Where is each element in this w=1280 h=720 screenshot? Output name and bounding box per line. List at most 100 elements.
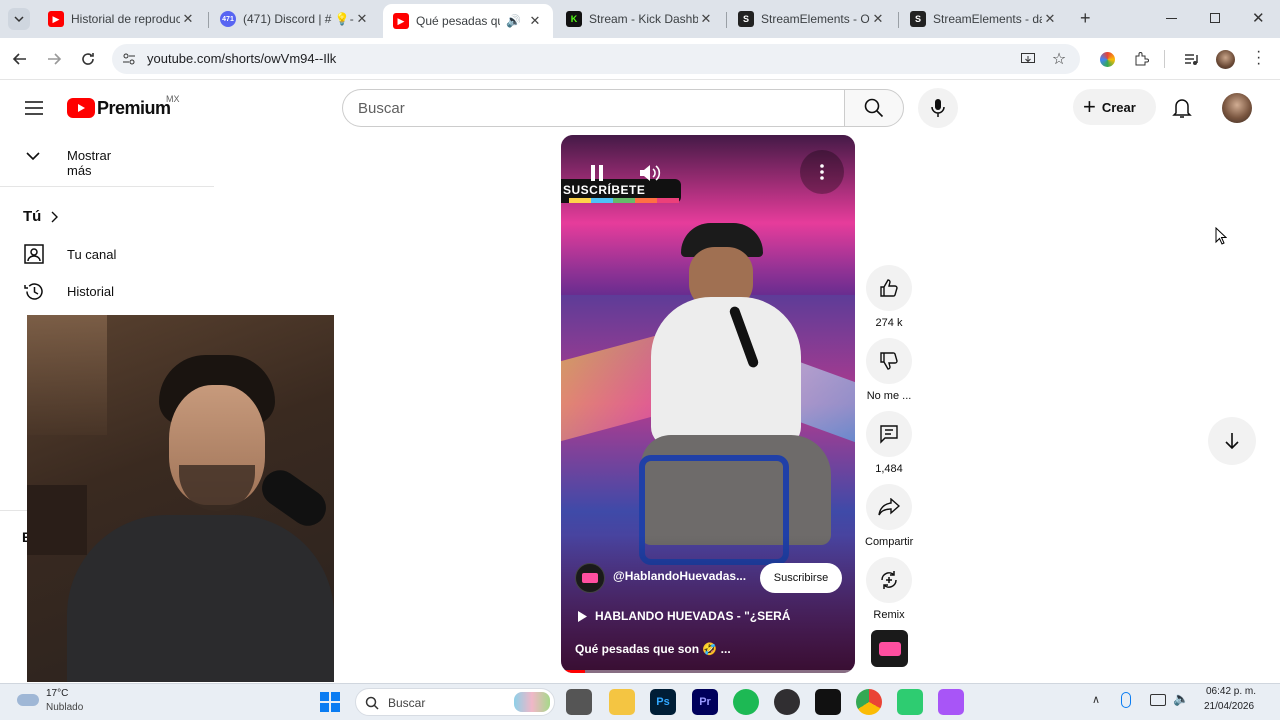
channel-portrait-icon (24, 244, 44, 267)
discord-taskbar-icon[interactable] (897, 689, 923, 715)
search-button[interactable] (844, 89, 904, 127)
minimize-icon[interactable] (1166, 18, 1177, 19)
channel-avatar[interactable] (575, 563, 605, 593)
share-label: Compartir (865, 536, 914, 548)
media-controls-icon[interactable] (1182, 50, 1200, 68)
mouse-cursor-icon (1215, 227, 1227, 245)
subscribe-button[interactable]: Suscribirse (760, 563, 842, 593)
tray-display-icon[interactable] (1150, 694, 1166, 706)
reload-icon[interactable] (78, 49, 98, 69)
close-icon[interactable]: ✕ (870, 11, 886, 27)
extensions-puzzle-icon[interactable] (1132, 50, 1150, 68)
browser-menu-icon[interactable]: · · · (1256, 44, 1261, 72)
remix-button[interactable] (866, 557, 912, 603)
back-icon[interactable] (10, 49, 30, 69)
audio-source-thumbnail[interactable] (871, 630, 908, 667)
share-button[interactable] (866, 484, 912, 530)
photoshop-icon[interactable]: Ps (650, 689, 676, 715)
weather-widget[interactable]: 17°C Nublado (14, 686, 114, 718)
like-button[interactable] (866, 265, 912, 311)
url-text[interactable]: youtube.com/shorts/owVm94--Ilk (147, 51, 336, 66)
restore-icon[interactable] (1210, 13, 1220, 23)
file-explorer-icon[interactable] (609, 689, 635, 715)
you-label: Tú (23, 208, 42, 225)
new-tab-button[interactable]: + (1080, 8, 1091, 29)
address-bar[interactable]: youtube.com/shorts/owVm94--Ilk ☆ (112, 44, 1080, 74)
channel-handle[interactable]: @HablandoHuevadas... (613, 569, 746, 583)
voice-search-button[interactable] (918, 88, 958, 128)
discord-icon: 471 (220, 11, 236, 27)
tray-microphone-icon[interactable] (1121, 692, 1131, 708)
close-icon[interactable]: ✕ (527, 13, 543, 29)
sidebar-item-history[interactable]: Historial (0, 273, 214, 309)
thumbs-up-icon (880, 279, 898, 297)
youtube-premium-logo[interactable]: Premium (67, 97, 171, 119)
obs-icon[interactable] (774, 689, 800, 715)
volume-icon[interactable] (637, 161, 663, 185)
create-label: Crear (1101, 99, 1136, 115)
video-caption[interactable]: Qué pesadas que son 🤣 ... (575, 642, 731, 656)
dislike-action[interactable]: No me ... (865, 338, 913, 402)
extension-color-icon[interactable] (1100, 52, 1115, 67)
capcut-icon[interactable] (815, 689, 841, 715)
tab-history[interactable]: ▶ Historial de reproducción ✕ (38, 5, 206, 33)
sidebar-item-your-channel[interactable]: Tu canal (0, 236, 214, 272)
tray-overflow-icon[interactable]: ∧ (1092, 693, 1100, 706)
tab-streamelements-overlay[interactable]: S StreamElements - Overlay ✕ (728, 5, 896, 33)
next-short-button[interactable] (1208, 417, 1256, 465)
pause-icon[interactable] (585, 161, 609, 185)
clock-date[interactable]: 21/04/2026 (1204, 701, 1254, 712)
notifications-bell-icon[interactable] (1170, 96, 1194, 120)
clock-time[interactable]: 06:42 p. m. (1206, 686, 1256, 697)
tab-title: (471) Discord | # 💡-i (243, 12, 354, 26)
tray-volume-icon[interactable]: 🔈 (1173, 691, 1189, 707)
close-icon[interactable]: ✕ (354, 11, 370, 27)
task-view-icon[interactable] (566, 689, 592, 715)
spotify-icon[interactable] (733, 689, 759, 715)
tab-search-dropdown-icon[interactable] (8, 8, 30, 30)
close-icon[interactable]: ✕ (1042, 11, 1058, 27)
short-video-player[interactable]: SUSCRÍBETE @HablandoHuevadas... Suscribi… (561, 135, 855, 673)
toolbar-divider (1164, 50, 1165, 68)
browser-toolbar: youtube.com/shorts/owVm94--Ilk ☆ · · · (0, 38, 1280, 80)
remix-action[interactable]: Remix (865, 557, 913, 621)
comments-action[interactable]: 1,484 (865, 411, 913, 475)
tab-streamelements-dashboard[interactable]: S StreamElements - dashboard ✕ (900, 5, 1068, 33)
tab-discord[interactable]: 471 (471) Discord | # 💡-i ✕ (210, 5, 380, 33)
search-input[interactable]: Buscar (342, 89, 845, 127)
tab-kick[interactable]: K Stream - Kick Dashboard ✕ (556, 5, 724, 33)
dislike-button[interactable] (866, 338, 912, 384)
forward-icon[interactable] (44, 49, 64, 69)
color-stripe (569, 198, 679, 203)
windows-start-icon[interactable] (318, 690, 342, 714)
playlist-link[interactable]: HABLANDO HUEVADAS - "¿SERÁ (577, 609, 847, 623)
comments-button[interactable] (866, 411, 912, 457)
create-button[interactable]: + Crear (1073, 89, 1156, 125)
tab-active-short[interactable]: ▶ Qué pesadas que son 🔊 ✕ (383, 4, 553, 38)
windows-taskbar: 17°C Nublado Buscar Ps Pr ∧ 🔈 06:42 p. m… (0, 683, 1280, 720)
history-label: Historial (67, 284, 114, 299)
progress-bar[interactable] (561, 670, 855, 673)
like-action[interactable]: 274 k (865, 265, 913, 329)
kick-icon: K (566, 11, 582, 27)
more-options-icon[interactable] (800, 150, 844, 194)
progress-bar-fill (561, 670, 585, 673)
bookmark-star-icon[interactable]: ☆ (1050, 50, 1068, 68)
youtube-play-logo-icon (67, 98, 95, 118)
close-icon[interactable]: ✕ (180, 11, 196, 27)
close-icon[interactable]: ✕ (698, 11, 714, 27)
webcam-window-light (27, 315, 107, 435)
chrome-icon[interactable] (856, 689, 882, 715)
speaker-icon[interactable]: 🔊 (506, 14, 521, 28)
account-avatar[interactable] (1222, 93, 1252, 123)
close-window-icon[interactable]: ✕ (1252, 9, 1265, 27)
profile-avatar[interactable] (1216, 50, 1235, 69)
site-info-icon[interactable] (121, 51, 137, 67)
taskbar-search-box[interactable]: Buscar (355, 688, 555, 716)
hamburger-menu-icon[interactable] (22, 96, 46, 120)
streaming-app-icon[interactable] (938, 689, 964, 715)
video-host-shirt (651, 297, 801, 447)
share-action[interactable]: Compartir (865, 484, 913, 548)
install-app-icon[interactable] (1020, 51, 1036, 67)
premiere-icon[interactable]: Pr (692, 689, 718, 715)
